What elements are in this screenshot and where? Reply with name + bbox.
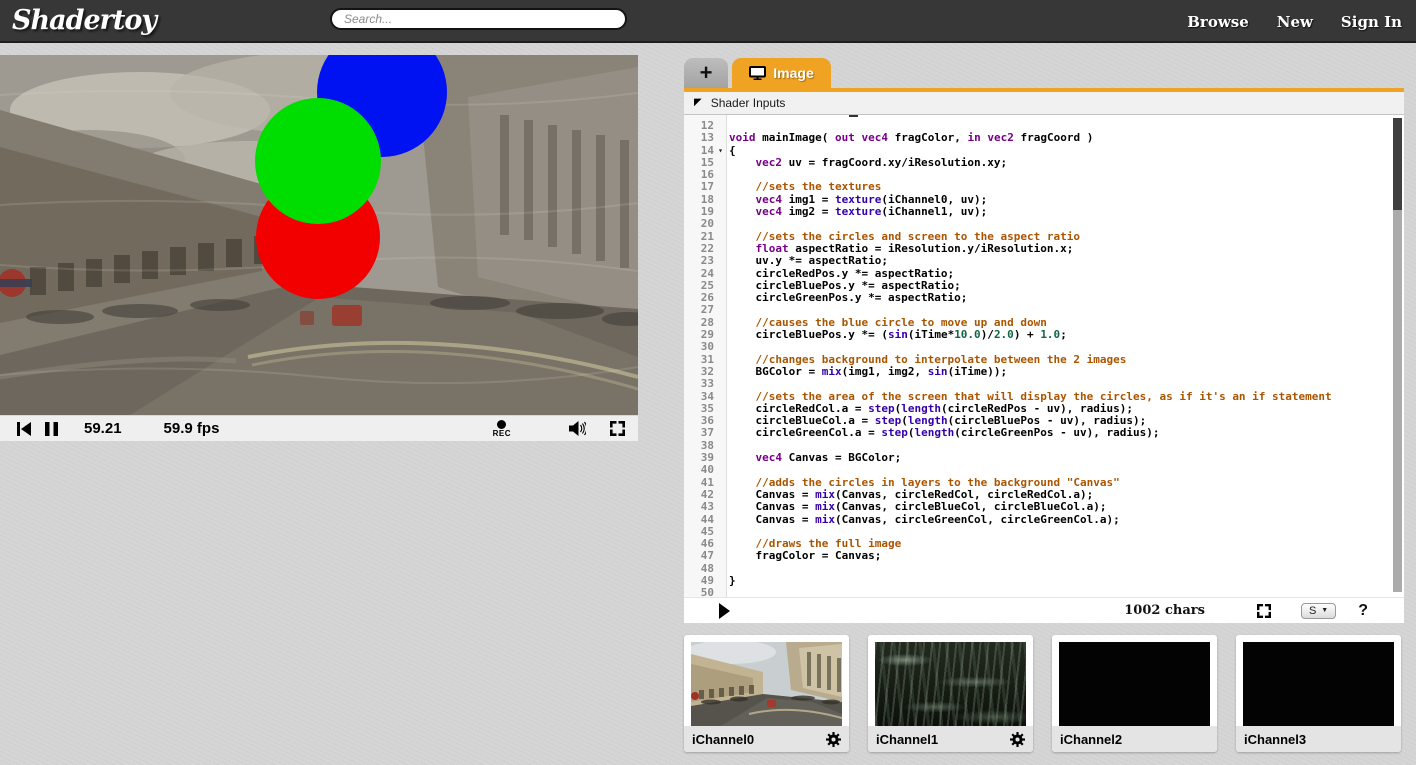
record-dot-icon [497, 420, 506, 429]
add-tab-button[interactable]: + [684, 58, 728, 88]
channel0-card[interactable]: iChannel0 [684, 635, 849, 752]
code-line[interactable]: 48 [684, 563, 1390, 575]
monitor-icon [749, 66, 766, 80]
code-line[interactable]: 39 vec4 Canvas = BGColor; [684, 452, 1390, 464]
channel1-settings-gear-icon[interactable] [1010, 732, 1025, 747]
compile-play-button[interactable] [719, 603, 730, 619]
font-size-select[interactable]: S ▼ [1301, 603, 1336, 619]
shader-inputs-label: Shader Inputs [711, 96, 786, 110]
scrollbar-thumb[interactable] [1393, 118, 1402, 210]
preview-controls: 59.21 59.9 fps REC [0, 415, 638, 441]
channel1-thumbnail [875, 642, 1026, 726]
channel2-card[interactable]: iChannel2 [1052, 635, 1217, 752]
nav-links: Browse New Sign In [1187, 0, 1402, 43]
green-circle [255, 98, 381, 224]
channel0-settings-gear-icon[interactable] [826, 732, 841, 747]
shader-canvas[interactable] [0, 55, 638, 415]
shader-inputs-header[interactable]: ◤ Shader Inputs [684, 92, 1404, 115]
editor-panel: + Image ◤ Shader Inputs 1213void mainIma… [684, 55, 1404, 623]
channel3-label-bar: iChannel3 [1236, 726, 1401, 752]
code-line[interactable]: 49} [684, 575, 1390, 587]
nav-link-signin[interactable]: Sign In [1341, 13, 1402, 31]
editor-tab-row: + Image [684, 55, 1404, 88]
code-line[interactable]: 15 vec2 uv = fragCoord.xy/iResolution.xy… [684, 157, 1390, 169]
code-line[interactable]: 32 BGColor = mix(img1, img2, sin(iTime))… [684, 366, 1390, 378]
channel0-thumbnail [691, 642, 842, 726]
search-input[interactable] [330, 8, 627, 30]
help-button[interactable]: ? [1358, 602, 1368, 620]
code-line[interactable]: 13void mainImage( out vec4 fragColor, in… [684, 132, 1390, 144]
preview-panel: 59.21 59.9 fps REC [0, 55, 638, 441]
char-count: 1002 chars [1124, 603, 1205, 618]
editor-scrollbar[interactable] [1393, 118, 1402, 592]
code-line[interactable]: 29 circleBluePos.y *= (sin(iTime*10.0)/2… [684, 329, 1390, 341]
channel3-thumbnail [1243, 642, 1394, 726]
code-line[interactable]: 19 vec4 img2 = texture(iChannel1, uv); [684, 206, 1390, 218]
channel2-thumbnail [1059, 642, 1210, 726]
font-size-value: S [1309, 605, 1316, 617]
playback-time[interactable]: 59.21 [84, 420, 122, 437]
code-line[interactable]: 50 [684, 587, 1390, 597]
code-line[interactable]: 47 fragColor = Canvas; [684, 550, 1390, 562]
record-button[interactable]: REC [493, 420, 511, 438]
nav-link-new[interactable]: New [1277, 13, 1313, 31]
nav-link-browse[interactable]: Browse [1187, 13, 1249, 31]
collapse-triangle-icon: ◤ [694, 98, 702, 108]
search-wrap [330, 8, 627, 30]
channel2-label-bar: iChannel2 [1052, 726, 1217, 752]
shadertoy-logo[interactable]: Shadertoy [12, 5, 156, 36]
record-label: REC [493, 430, 511, 438]
editor-footer: 1002 chars S ▼ ? [684, 597, 1404, 623]
code-lines: 1213void mainImage( out vec4 fragColor, … [684, 120, 1390, 597]
channel3-card[interactable]: iChannel3 [1236, 635, 1401, 752]
code-line[interactable]: 44 Canvas = mix(Canvas, circleGreenCol, … [684, 514, 1390, 526]
volume-icon[interactable] [569, 421, 586, 436]
channel0-label-bar: iChannel0 [684, 726, 849, 752]
chevron-down-icon: ▼ [1321, 607, 1328, 614]
code-line[interactable]: 37 circleGreenCol.a = step(length(circle… [684, 427, 1390, 439]
code-editor[interactable]: 1213void mainImage( out vec4 fragColor, … [684, 115, 1404, 597]
editor-fullscreen-icon[interactable] [1257, 604, 1271, 618]
clipped-line-fragment [849, 115, 858, 117]
channels-row: iChannel0 [684, 635, 1403, 752]
channel3-label: iChannel3 [1244, 732, 1306, 747]
rewind-icon[interactable] [17, 422, 32, 436]
top-nav: Shadertoy Browse New Sign In [0, 0, 1416, 43]
pause-icon[interactable] [45, 422, 58, 436]
channel2-label: iChannel2 [1060, 732, 1122, 747]
fps-counter: 59.9 fps [164, 420, 220, 437]
preview-fullscreen-icon[interactable] [610, 421, 625, 436]
channel1-label: iChannel1 [876, 732, 938, 747]
tab-image[interactable]: Image [732, 58, 831, 88]
channel1-card[interactable]: iChannel1 [868, 635, 1033, 752]
code-line[interactable]: 26 circleGreenPos.y *= aspectRatio; [684, 292, 1390, 304]
tab-image-label: Image [773, 65, 813, 81]
channel0-label: iChannel0 [692, 732, 754, 747]
channel1-label-bar: iChannel1 [868, 726, 1033, 752]
